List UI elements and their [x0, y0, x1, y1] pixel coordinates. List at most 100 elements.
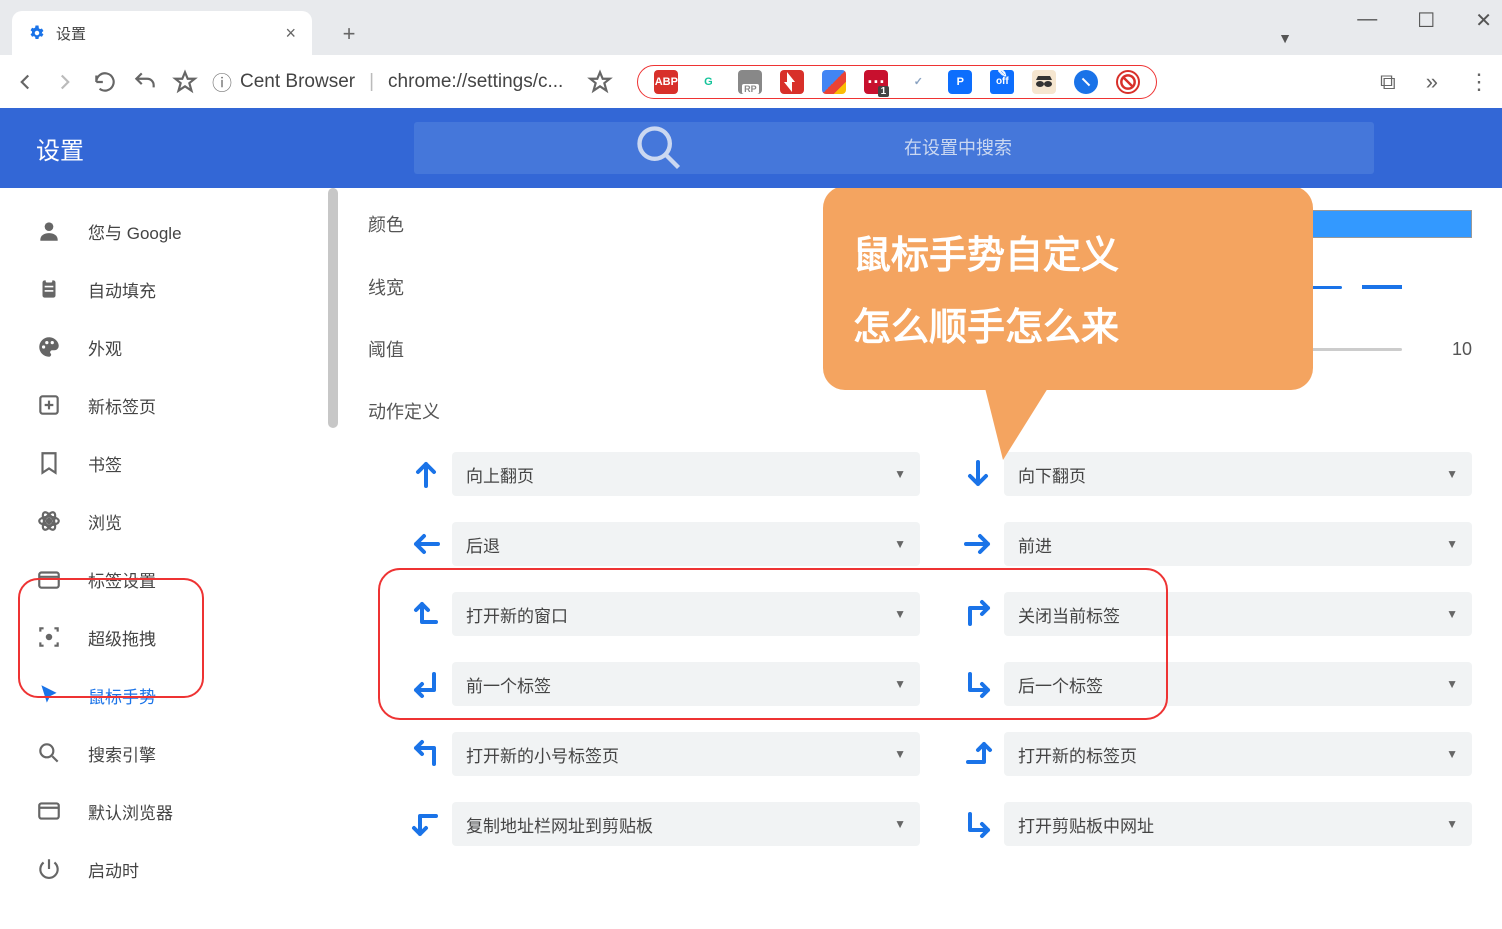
gesture-arrow-left-icon — [408, 526, 444, 562]
sidebar-item-11[interactable]: 启动时 — [0, 840, 330, 898]
chevron-down-icon: ▼ — [1446, 747, 1458, 761]
gesture-row-9: 打开新的标签页▼ — [960, 732, 1472, 776]
gesture-select-7[interactable]: 后一个标签▼ — [1004, 662, 1472, 706]
gesture-row-8: 打开新的小号标签页▼ — [408, 732, 920, 776]
gesture-row-4: 打开新的窗口▼ — [408, 592, 920, 636]
sidebar-item-label: 浏览 — [88, 509, 122, 534]
undo-button[interactable] — [132, 69, 158, 95]
target-icon — [36, 624, 62, 650]
settings-main: 鼠标手势自定义 怎么顺手怎么来 颜色 线宽 阈值 10 动作定义 向 — [338, 188, 1502, 929]
ext-incognito-icon[interactable] — [1032, 70, 1056, 94]
gesture-select-4[interactable]: 打开新的窗口▼ — [452, 592, 920, 636]
chevrons-icon[interactable]: » — [1426, 69, 1438, 95]
gesture-select-8[interactable]: 打开新的小号标签页▼ — [452, 732, 920, 776]
bookmark-star-button[interactable] — [172, 69, 198, 95]
sidebar-item-label: 自动填充 — [88, 277, 156, 302]
sidebar-item-1[interactable]: 自动填充 — [0, 260, 330, 318]
ext-noscript-icon[interactable] — [1116, 70, 1140, 94]
settings-search-input[interactable] — [904, 138, 1354, 159]
ext-p-icon[interactable]: P — [948, 70, 972, 94]
settings-sidebar: 您与 Google 自动填充外观新标签页书签浏览标签设置超级拖拽鼠标手势搜索引擎默… — [0, 188, 338, 929]
crop-icon[interactable]: ⧉ — [1380, 69, 1396, 95]
tab-title: 设置 — [56, 23, 86, 44]
menu-button[interactable]: ⋮ — [1468, 69, 1490, 95]
chevron-down-icon: ▼ — [894, 677, 906, 691]
gesture-row-2: 后退▼ — [408, 522, 920, 566]
annotation-bubble: 鼠标手势自定义 怎么顺手怎么来 — [823, 188, 1313, 390]
tab-strip: 设置 × + ▼ — ☐ ✕ — [0, 0, 1502, 55]
sidebar-item-label: 书签 — [88, 451, 122, 476]
gesture-select-3[interactable]: 前进▼ — [1004, 522, 1472, 566]
ext-flash-icon[interactable] — [780, 70, 804, 94]
sidebar-item-label: 超级拖拽 — [88, 625, 156, 650]
chevron-down-icon: ▼ — [1446, 677, 1458, 691]
plus-box-icon — [36, 392, 62, 418]
reload-button[interactable] — [92, 69, 118, 95]
gesture-arrow-right-icon — [960, 526, 996, 562]
cursor-icon — [36, 682, 62, 708]
ext-off-icon[interactable]: ✎off — [990, 70, 1014, 94]
sidebar-item-4[interactable]: 书签 — [0, 434, 330, 492]
bookmark-page-button[interactable] — [587, 69, 613, 95]
maximize-button[interactable]: ☐ — [1417, 8, 1435, 33]
sidebar-item-3[interactable]: 新标签页 — [0, 376, 330, 434]
back-button[interactable] — [12, 69, 38, 95]
scrollbar-thumb[interactable] — [328, 188, 338, 428]
forward-button[interactable] — [52, 69, 78, 95]
gesture-arrow-down-right-icon — [960, 806, 996, 842]
gesture-arrow-up-icon — [408, 456, 444, 492]
gesture-arrow-up-left-icon — [408, 736, 444, 772]
sidebar-item-label: 鼠标手势 — [88, 683, 156, 708]
close-window-button[interactable]: ✕ — [1475, 8, 1492, 33]
sidebar-item-0[interactable]: 您与 Google — [0, 202, 330, 260]
ext-abp-icon[interactable]: ABP — [654, 70, 678, 94]
ext-check-icon[interactable]: ✓ — [906, 70, 930, 94]
sidebar-item-10[interactable]: 默认浏览器 — [0, 782, 330, 840]
sidebar-item-label: 标签设置 — [88, 567, 156, 592]
new-tab-button[interactable]: + — [332, 17, 366, 51]
close-tab-icon[interactable]: × — [285, 23, 296, 44]
address-bar[interactable]: ⓘ Cent Browser | chrome://settings/c... — [212, 67, 563, 96]
site-info-icon[interactable]: ⓘ — [212, 67, 232, 96]
ext-axure-icon[interactable]: RP — [738, 70, 762, 94]
gesture-row-6: 前一个标签▼ — [408, 662, 920, 706]
browser-tab[interactable]: 设置 × — [12, 11, 312, 55]
gesture-select-0[interactable]: 向上翻页▼ — [452, 452, 920, 496]
chevron-down-icon: ▼ — [1446, 817, 1458, 831]
sidebar-item-7[interactable]: 超级拖拽 — [0, 608, 330, 666]
tab-icon — [36, 566, 62, 592]
tab-overflow-icon[interactable]: ▼ — [1278, 30, 1292, 46]
sidebar-item-8[interactable]: 鼠标手势 — [0, 666, 330, 724]
threshold-value: 10 — [1402, 339, 1472, 360]
sidebar-item-9[interactable]: 搜索引擎 — [0, 724, 330, 782]
browser-toolbar: ⓘ Cent Browser | chrome://settings/c... … — [0, 55, 1502, 108]
address-prefix: Cent Browser — [240, 71, 355, 93]
settings-title: 设置 — [36, 131, 84, 166]
sidebar-item-6[interactable]: 标签设置 — [0, 550, 330, 608]
chevron-down-icon: ▼ — [894, 537, 906, 551]
power-icon — [36, 856, 62, 882]
sidebar-item-5[interactable]: 浏览 — [0, 492, 330, 550]
gesture-row-11: 打开剪贴板中网址▼ — [960, 802, 1472, 846]
gesture-select-2[interactable]: 后退▼ — [452, 522, 920, 566]
settings-search[interactable] — [414, 122, 1374, 174]
gesture-select-1[interactable]: 向下翻页▼ — [1004, 452, 1472, 496]
gesture-arrow-down-left-icon — [408, 666, 444, 702]
gesture-arrow-right-up-icon — [960, 736, 996, 772]
chevron-down-icon: ▼ — [894, 817, 906, 831]
gesture-select-11[interactable]: 打开剪贴板中网址▼ — [1004, 802, 1472, 846]
ext-grammarly-icon[interactable]: G — [696, 70, 720, 94]
sidebar-item-label: 新标签页 — [88, 393, 156, 418]
gesture-select-6[interactable]: 前一个标签▼ — [452, 662, 920, 706]
gesture-select-5[interactable]: 关闭当前标签▼ — [1004, 592, 1472, 636]
chevron-down-icon: ▼ — [1446, 537, 1458, 551]
sidebar-item-2[interactable]: 外观 — [0, 318, 330, 376]
gesture-select-10[interactable]: 复制地址栏网址到剪贴板▼ — [452, 802, 920, 846]
ext-lastpass-icon[interactable]: ···1 — [864, 70, 888, 94]
chevron-down-icon: ▼ — [894, 607, 906, 621]
ext-colorful-icon[interactable] — [822, 70, 846, 94]
minimize-button[interactable]: — — [1357, 8, 1377, 33]
ext-blue-circle-icon[interactable] — [1074, 70, 1098, 94]
gesture-select-9[interactable]: 打开新的标签页▼ — [1004, 732, 1472, 776]
browser-icon — [36, 798, 62, 824]
